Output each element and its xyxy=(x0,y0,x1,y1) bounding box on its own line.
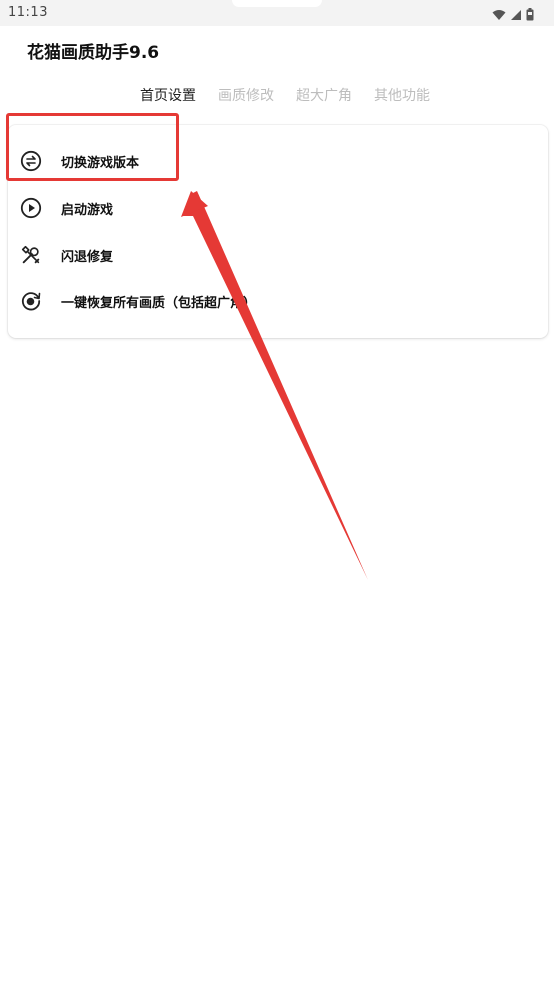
menu-item-start-game[interactable]: 启动游戏 xyxy=(20,194,113,222)
menu-item-restore-quality[interactable]: 一键恢复所有画质（包括超广角） xyxy=(20,287,256,315)
tab-home-settings[interactable]: 首页设置 xyxy=(140,85,196,105)
battery-icon xyxy=(526,6,534,25)
wrench-screwdriver-icon xyxy=(20,244,42,266)
menu-item-label: 闪退修复 xyxy=(61,249,114,265)
tab-bar: 首页设置 画质修改 超大广角 其他功能 xyxy=(140,85,430,105)
menu-item-label: 一键恢复所有画质（包括超广角） xyxy=(61,295,257,311)
signal-icon xyxy=(510,6,522,25)
app-title: 花猫画质助手9.6 xyxy=(27,43,160,63)
switch-arrows-icon xyxy=(20,150,42,172)
tab-quality-edit[interactable]: 画质修改 xyxy=(218,85,274,105)
menu-item-switch-version[interactable]: 切换游戏版本 xyxy=(20,147,139,175)
restore-icon xyxy=(20,290,42,312)
status-time: 11:13 xyxy=(8,5,48,20)
tab-wide-angle[interactable]: 超大广角 xyxy=(296,85,352,105)
menu-card: 切换游戏版本 启动游戏 闪退修复 一键恢复所有画质（包括超广角） xyxy=(8,125,548,338)
camera-notch xyxy=(232,0,322,7)
play-icon xyxy=(20,197,42,219)
status-icons xyxy=(492,6,534,25)
menu-item-crash-fix[interactable]: 闪退修复 xyxy=(20,241,113,269)
tab-other-functions[interactable]: 其他功能 xyxy=(374,85,430,105)
wifi-icon xyxy=(492,6,506,25)
status-bar: 11:13 xyxy=(0,0,554,26)
menu-item-label: 启动游戏 xyxy=(61,202,114,218)
menu-item-label: 切换游戏版本 xyxy=(61,155,140,171)
